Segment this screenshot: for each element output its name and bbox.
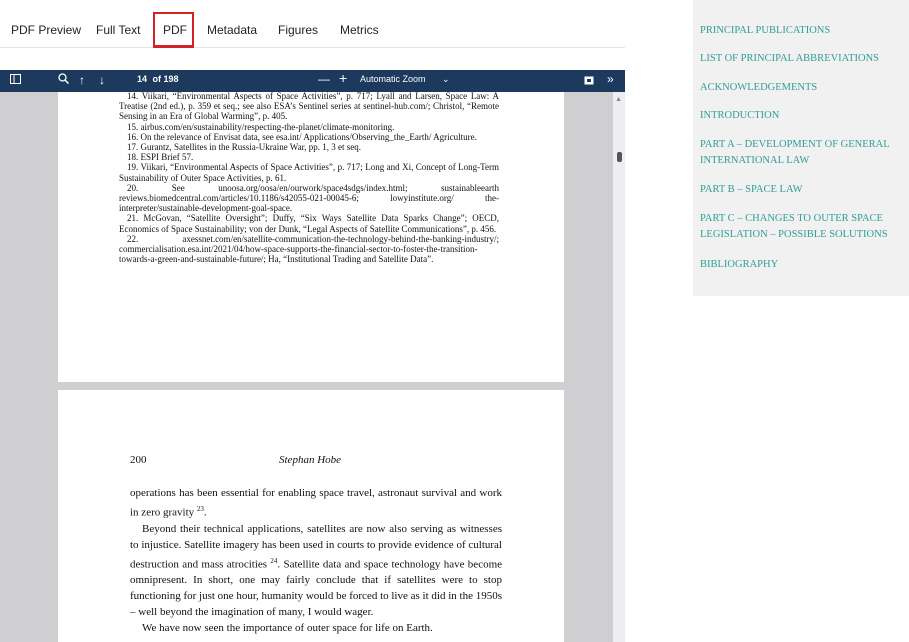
footnote: 15. airbus.com/en/sustainability/respect… xyxy=(127,121,395,132)
search-icon[interactable] xyxy=(58,73,70,87)
footnotes: 14. Viikari, “Environmental Aspects of S… xyxy=(119,91,499,264)
tab-full-text[interactable]: Full Text xyxy=(96,23,140,37)
footnote: 20. See unoosa.org/oosa/en/ourwork/space… xyxy=(119,182,499,214)
footnote: 22. axessnet.com/en/satellite-communicat… xyxy=(119,233,499,265)
scroll-up-icon[interactable]: ▲ xyxy=(615,96,622,103)
tab-metrics[interactable]: Metrics xyxy=(340,23,379,37)
zoom-in-icon[interactable]: + xyxy=(339,71,347,85)
paragraph-text: operations has been essential for enabli… xyxy=(130,487,502,519)
page-body-text: operations has been essential for enabli… xyxy=(130,485,502,636)
page-number: 200 xyxy=(130,454,147,466)
zoom-select-value: Automatic Zoom xyxy=(360,74,426,84)
presentation-mode-icon[interactable] xyxy=(584,74,594,88)
footnote: 14. Viikari, “Environmental Aspects of S… xyxy=(119,91,499,122)
more-tools-icon[interactable]: » xyxy=(607,72,614,86)
footnote: 19. Viikari, “Environmental Aspects of S… xyxy=(119,162,499,183)
tab-figures[interactable]: Figures xyxy=(278,23,318,37)
zoom-select[interactable]: Automatic Zoom ⌄ xyxy=(360,74,450,85)
toc-item-principal-publications[interactable]: PRINCIPAL PUBLICATIONS xyxy=(700,23,905,39)
paragraph: We have now seen the importance of outer… xyxy=(142,622,433,635)
footnote-ref: 23 xyxy=(196,505,204,513)
pdf-page: 200 Stephan Hobe operations has been ess… xyxy=(58,390,564,642)
footnote: 17. Gurantz, Satellites in the Russia-Uk… xyxy=(127,142,361,153)
next-page-icon[interactable]: ↓ xyxy=(99,73,105,87)
paragraph: operations has been essential for enabli… xyxy=(130,487,502,519)
tab-pdf[interactable]: PDF xyxy=(163,23,187,37)
toc-item-part-a[interactable]: PART A – DEVELOPMENT OF GENERAL INTERNAT… xyxy=(700,137,905,169)
running-head-author: Stephan Hobe xyxy=(279,454,342,466)
sidebar-toggle-icon[interactable] xyxy=(10,73,21,87)
toc-item-bibliography[interactable]: BIBLIOGRAPHY xyxy=(700,257,905,273)
toc-item-introduction[interactable]: INTRODUCTION xyxy=(700,108,905,124)
pdf-page: 14. Viikari, “Environmental Aspects of S… xyxy=(58,91,564,382)
tab-metadata[interactable]: Metadata xyxy=(207,23,257,37)
paragraph: Beyond their technical applications, sat… xyxy=(130,521,502,621)
footnote: 21. McGovan, “Satellite Oversight”; Duff… xyxy=(119,213,499,234)
page-number-input[interactable]: 14 xyxy=(137,74,147,84)
tab-bar: PDF Preview Full Text PDF Metadata Figur… xyxy=(0,0,625,48)
zoom-out-icon[interactable]: — xyxy=(318,72,330,86)
scrollbar-thumb[interactable] xyxy=(617,152,622,162)
previous-page-icon[interactable]: ↑ xyxy=(79,73,85,87)
footnote: 18. ESPI Brief 57. xyxy=(127,152,194,163)
pdf-toolbar: ↑ ↓ 14 of 198 — + Automatic Zoom ⌄ » xyxy=(0,70,625,92)
toc-item-part-b[interactable]: PART B – SPACE LAW xyxy=(700,182,905,198)
tab-pdf-preview[interactable]: PDF Preview xyxy=(11,23,81,37)
footnote: 16. On the relevance of Envisat data, se… xyxy=(127,131,477,142)
table-of-contents: PRINCIPAL PUBLICATIONS LIST OF PRINCIPAL… xyxy=(693,0,909,296)
pdf-viewer: ↑ ↓ 14 of 198 — + Automatic Zoom ⌄ » 14.… xyxy=(0,70,625,642)
chevron-down-icon: ⌄ xyxy=(442,74,450,84)
page-number-indicator[interactable]: 14 of 198 xyxy=(137,74,179,84)
toc-item-acknowledgements[interactable]: ACKNOWLEDGEMENTS xyxy=(700,80,905,96)
toc-item-abbreviations[interactable]: LIST OF PRINCIPAL ABBREVIATIONS xyxy=(700,51,905,67)
toc-item-part-c[interactable]: PART C – CHANGES TO OUTER SPACE LEGISLAT… xyxy=(700,211,905,243)
scrollbar[interactable] xyxy=(613,92,625,642)
page-total: of 198 xyxy=(152,74,179,84)
